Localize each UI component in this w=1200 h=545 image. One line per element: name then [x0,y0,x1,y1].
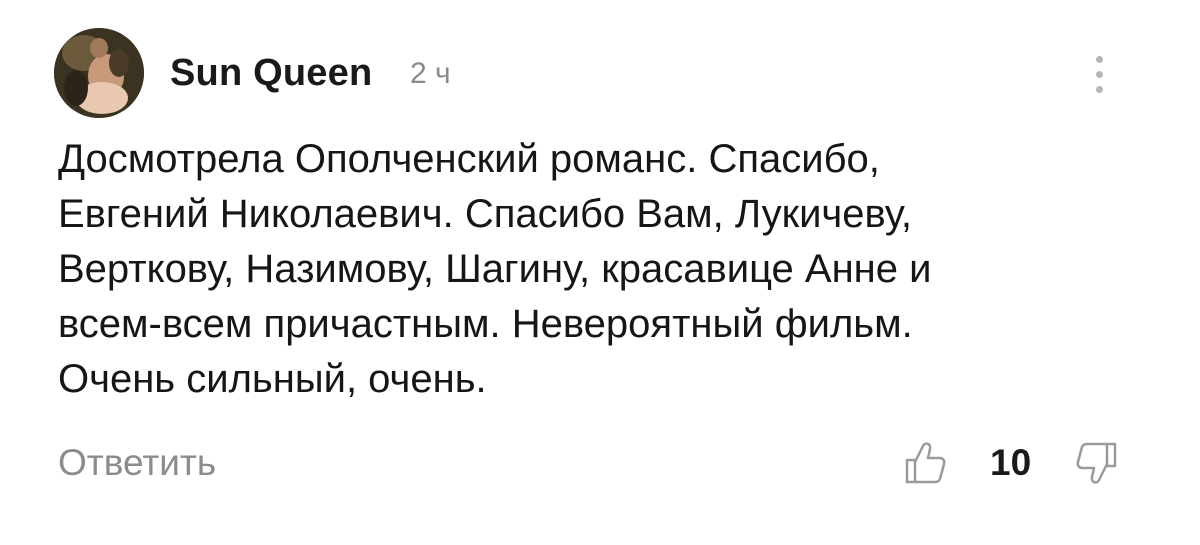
comment-timestamp: 2 ч [410,57,451,90]
dislike-button[interactable] [1073,440,1119,486]
comment-card: Sun Queen 2 ч Досмотрела Ополченский ром… [0,0,1200,545]
comment-text: Досмотрела Ополченский романс. Спасибо, … [58,137,932,401]
thumbs-down-icon [1076,442,1117,484]
more-options-button[interactable] [1082,50,1118,100]
like-button[interactable] [903,440,947,486]
more-dot [1096,86,1103,93]
avatar-image [54,28,144,118]
avatar[interactable] [54,28,144,118]
author-name[interactable]: Sun Queen [170,52,372,95]
like-count: 10 [990,442,1032,483]
more-dot [1096,71,1103,78]
reply-button[interactable]: Ответить [58,442,216,484]
more-vertical-icon [1096,56,1103,63]
thumbs-up-icon [905,442,946,484]
